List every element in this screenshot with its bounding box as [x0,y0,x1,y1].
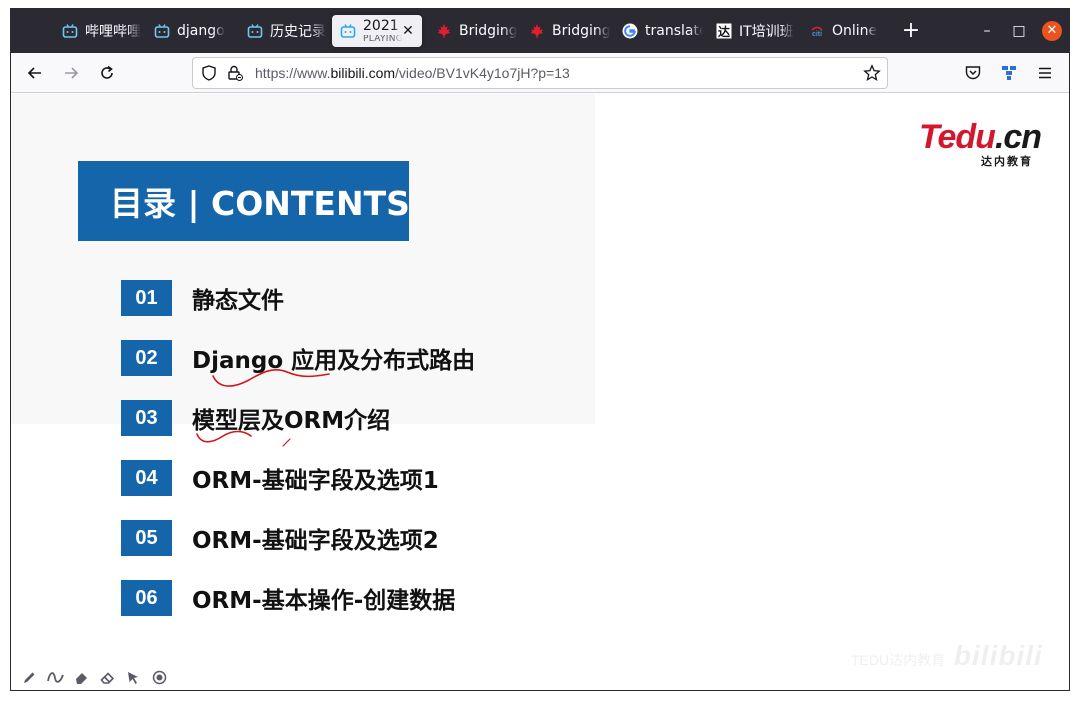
tedu-logo: Tedu.cn 达内教育 [919,118,1049,168]
tab-bridging-2[interactable]: Bridging [518,15,610,47]
tab-label: translate [645,23,703,39]
tab-label: django [177,23,225,39]
url-path: /video/BV1vK4y1o7jH?p=13 [395,65,570,81]
new-tab-button[interactable]: + [900,20,922,42]
eraser-icon[interactable] [99,669,116,686]
video-frame[interactable]: Tedu.cn 达内教育 目录 | CONTENTS 01 静态文件 02 Dj… [11,94,1069,691]
slide-title: 目录 | CONTENTS [78,161,410,241]
contents-item: 02 Django 应用及分布式路由 [121,340,475,376]
contents-item: 03 模型层及ORM介绍 [121,400,390,436]
tab-bridging-1[interactable]: Bridging [425,15,517,47]
tedu-icon: 达 [715,22,733,40]
video-progress-bar[interactable] [11,690,29,691]
google-icon [621,22,639,40]
contents-item: 01 静态文件 [121,280,284,316]
back-arrow-icon [27,67,41,79]
svg-text:达: 达 [718,24,730,39]
tab-label: Online [832,23,878,39]
forward-button[interactable] [59,61,83,85]
highlighter-icon[interactable] [73,669,90,686]
hamburger-menu-icon [1039,67,1051,79]
item-label: ORM-基本操作-创建数据 [192,588,456,614]
item-label: 静态文件 [192,288,284,314]
item-number: 01 [121,280,172,316]
bilibili-tv-icon [246,22,264,40]
item-label: 模型层及ORM介绍 [192,408,391,434]
item-label: ORM-基础字段及选项2 [192,528,439,554]
maple-leaf-icon [528,22,546,40]
annotation-toolbar [21,667,168,687]
bookmark-star-icon[interactable] [863,64,881,86]
contents-item: 04 ORM-基础字段及选项1 [121,460,439,496]
extension-button[interactable] [997,61,1021,85]
item-label: Django 应用及分布式路由 [192,348,476,374]
tab-label: 历史记录 [270,24,326,40]
tab-label: 哔哩哔哩 [85,24,141,40]
tab-bar: 哔哩哔哩 django 历史记录 2021 PLAYING ✕ Bridging… [11,9,1069,53]
tab-playing-label: PLAYING [363,34,404,44]
url-prefix: https://www. [255,65,331,81]
tab-it-training[interactable]: 达 IT培训班 [705,15,797,47]
tab-title-stack: 2021 PLAYING [363,19,403,44]
reload-icon [101,65,113,79]
tab-active-video[interactable]: 2021 PLAYING ✕ [332,15,422,47]
forward-arrow-icon [65,67,79,79]
maple-leaf-icon [435,22,453,40]
url-text[interactable]: https://www.bilibili.com/video/BV1vK4y1o… [255,65,570,81]
item-number: 06 [121,580,172,616]
logo-brand-red: Tedu [919,118,996,156]
pen-icon[interactable] [21,669,38,686]
logo-brand-black: .cn [994,118,1042,156]
address-bar[interactable]: https://www.bilibili.com/video/BV1vK4y1o… [192,57,888,89]
tab-bilibili-home[interactable]: 哔哩哔哩 [51,15,143,47]
back-button[interactable] [23,61,47,85]
tab-label: Bridging [552,23,610,39]
item-label: ORM-基础字段及选项1 [192,468,439,494]
item-number: 05 [121,520,172,556]
bilibili-tv-icon [339,22,357,40]
record-icon[interactable] [151,669,168,686]
extension-icon [1002,66,1016,80]
menu-button[interactable] [1033,61,1057,85]
watermark-text: bilibili [953,640,1043,671]
tab-label: IT培训班 [739,24,794,40]
tab-translate[interactable]: translate [611,15,703,47]
item-number: 03 [121,400,172,436]
pocket-icon [965,66,981,80]
tab-close-icon[interactable]: ✕ [400,23,416,39]
shield-icon[interactable] [201,65,217,85]
watermark-small: TEDU达内教育 [851,652,946,668]
contents-item: 06 ORM-基本操作-创建数据 [121,580,455,616]
pocket-button[interactable] [961,61,985,85]
bilibili-watermark: TEDU达内教育 bilibili [851,640,1043,672]
svg-text:citi: citi [812,31,822,38]
contents-item: 05 ORM-基础字段及选项2 [121,520,439,556]
item-number: 04 [121,460,172,496]
citi-icon: citi [808,22,826,40]
close-window-button[interactable]: ✕ [1042,21,1062,41]
minimize-button[interactable]: – [977,21,997,41]
tab-history[interactable]: 历史记录 [236,15,328,47]
tab-label: Bridging [459,23,517,39]
bilibili-tv-icon [153,22,171,40]
tab-django[interactable]: django [143,15,235,47]
browser-window: 哔哩哔哩 django 历史记录 2021 PLAYING ✕ Bridging… [10,8,1070,691]
tab-label: 2021 [363,18,399,33]
reload-button[interactable] [95,61,119,85]
maximize-button[interactable]: □ [1009,21,1029,41]
navigation-bar: https://www.bilibili.com/video/BV1vK4y1o… [11,53,1069,93]
url-domain: bilibili.com [330,65,396,81]
item-number: 02 [121,340,172,376]
logo-tagline: 达内教育 [981,155,1033,168]
lock-icon[interactable] [226,64,244,86]
curve-icon[interactable] [47,669,64,686]
tab-online[interactable]: citi Online [798,15,890,47]
pointer-icon[interactable] [125,669,142,686]
bilibili-tv-icon [61,22,79,40]
logo-brand: Tedu.cn [919,118,1042,156]
